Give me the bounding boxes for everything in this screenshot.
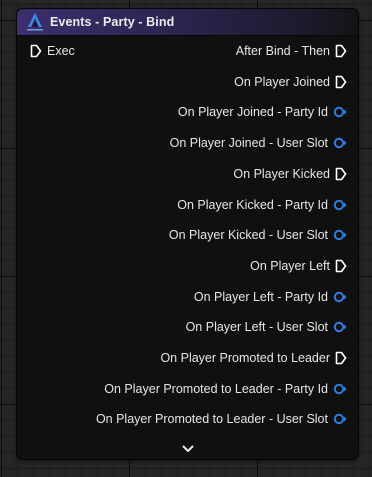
exec-pin-icon[interactable] xyxy=(335,75,347,89)
pin-label: On Player Kicked xyxy=(233,166,330,181)
exec-pin-icon[interactable] xyxy=(30,44,42,58)
pin-row: On Player Kicked - User Slot xyxy=(17,223,358,247)
output-pin-on-player-promoted-to-leader-user-slot[interactable]: On Player Promoted to Leader - User Slot xyxy=(96,412,347,426)
pin-row: On Player Kicked - Party Id xyxy=(17,193,358,217)
pin-label: On Player Joined - Party Id xyxy=(177,105,328,120)
unreal-logo-icon xyxy=(25,11,45,33)
output-pin-on-player-joined[interactable]: On Player Joined xyxy=(234,75,347,89)
pin-label: On Player Joined xyxy=(234,74,330,89)
pin-label: On Player Left - User Slot xyxy=(185,320,328,335)
pin-row: On Player Left - Party Id xyxy=(17,285,358,309)
pin-row: On Player Promoted to Leader - Party Id xyxy=(17,377,358,401)
output-pin-on-player-kicked-user-slot[interactable]: On Player Kicked - User Slot xyxy=(169,228,347,242)
chevron-down-icon xyxy=(182,440,194,458)
pin-row: On Player Joined - User Slot xyxy=(17,131,358,155)
pin-row: On Player Left xyxy=(17,254,358,278)
data-pin-icon[interactable] xyxy=(333,413,347,425)
data-pin-icon[interactable] xyxy=(333,106,347,118)
output-pin-on-player-promoted-to-leader[interactable]: On Player Promoted to Leader xyxy=(160,351,347,365)
data-pin-icon[interactable] xyxy=(333,229,347,241)
exec-pin-icon[interactable] xyxy=(335,351,347,365)
output-pin-on-player-promoted-to-leader-party-id[interactable]: On Player Promoted to Leader - Party Id xyxy=(104,382,347,396)
pin-label: On Player Kicked - User Slot xyxy=(168,228,328,243)
pin-row: On Player Joined xyxy=(17,70,358,94)
pin-label: On Player Joined - User Slot xyxy=(169,136,328,151)
exec-pin-icon[interactable] xyxy=(335,259,347,273)
expand-button[interactable] xyxy=(17,441,358,457)
data-pin-icon[interactable] xyxy=(333,199,347,211)
pin-row: On Player Promoted to Leader xyxy=(17,346,358,370)
data-pin-icon[interactable] xyxy=(333,137,347,149)
output-pin-on-player-left-user-slot[interactable]: On Player Left - User Slot xyxy=(186,320,347,334)
pin-label: On Player Kicked - Party Id xyxy=(177,197,328,212)
output-pin-on-player-kicked[interactable]: On Player Kicked xyxy=(233,167,347,181)
exec-pin-icon[interactable] xyxy=(335,44,347,58)
pin-row: On Player Joined - Party Id xyxy=(17,100,358,124)
output-pin-on-player-left-party-id[interactable]: On Player Left - Party Id xyxy=(194,290,347,304)
output-pin-on-player-kicked-party-id[interactable]: On Player Kicked - Party Id xyxy=(177,198,347,212)
output-pin-on-player-left[interactable]: On Player Left xyxy=(250,259,347,273)
exec-pin-icon[interactable] xyxy=(335,167,347,181)
node-title: Events - Party - Bind xyxy=(50,15,175,29)
input-pin-exec[interactable]: Exec xyxy=(30,44,75,58)
pin-label: On Player Promoted to Leader xyxy=(160,351,330,365)
pin-row: On Player Left - User Slot xyxy=(17,315,358,339)
pin-label: On Player Left - Party Id xyxy=(193,289,328,304)
output-pin-on-player-joined-party-id[interactable]: On Player Joined - Party Id xyxy=(178,105,347,119)
pin-label: On Player Left xyxy=(250,258,330,273)
node-header[interactable]: Events - Party - Bind xyxy=(17,9,358,36)
output-pin-on-player-joined-user-slot[interactable]: On Player Joined - User Slot xyxy=(170,136,347,150)
pin-row: On Player Kicked xyxy=(17,162,358,186)
output-pin-after-bind-then[interactable]: After Bind - Then xyxy=(236,44,347,58)
pin-row: Exec After Bind - Then xyxy=(17,39,358,63)
pin-row: On Player Promoted to Leader - User Slot xyxy=(17,407,358,431)
pin-label: On Player Promoted to Leader - Party Id xyxy=(104,381,328,396)
pin-label: On Player Promoted to Leader - User Slot xyxy=(95,412,328,427)
pin-label: After Bind - Then xyxy=(235,44,330,58)
pin-label: Exec xyxy=(47,44,75,58)
data-pin-icon[interactable] xyxy=(333,291,347,303)
data-pin-icon[interactable] xyxy=(333,383,347,395)
blueprint-node[interactable]: Events - Party - Bind Exec After Bind - T… xyxy=(17,9,358,459)
data-pin-icon[interactable] xyxy=(333,321,347,333)
